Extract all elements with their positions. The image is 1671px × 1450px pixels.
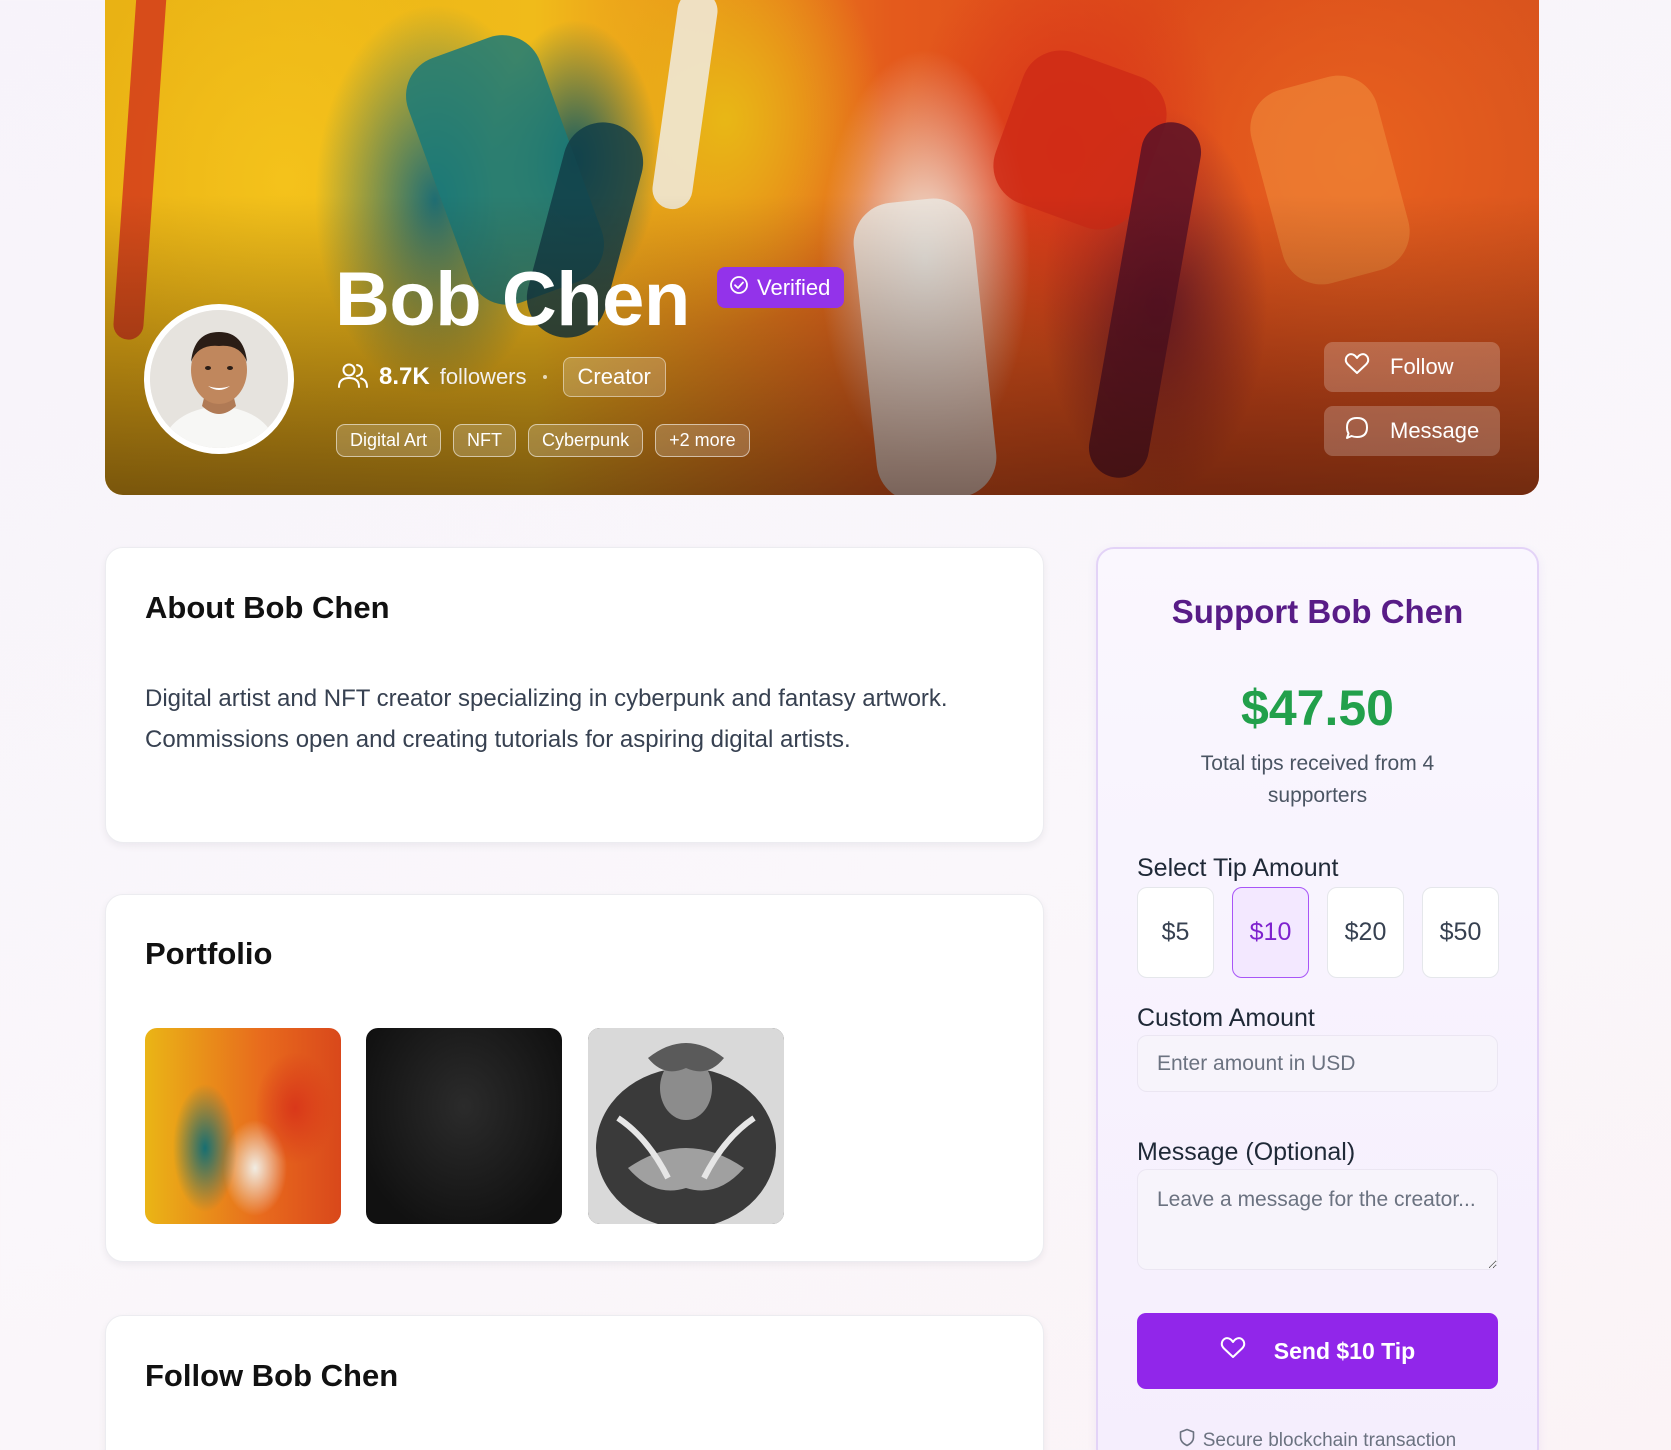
message-optional-label: Message (Optional) bbox=[1137, 1138, 1356, 1166]
secure-note: Secure blockchain transaction bbox=[1098, 1428, 1537, 1450]
heart-icon bbox=[1344, 352, 1370, 382]
avatar bbox=[144, 304, 294, 454]
verified-label: Verified bbox=[757, 274, 831, 300]
profile-name: Bob Chen bbox=[335, 257, 690, 342]
custom-amount-input[interactable] bbox=[1137, 1035, 1498, 1092]
secure-label: Secure blockchain transaction bbox=[1202, 1429, 1457, 1450]
select-tip-label: Select Tip Amount bbox=[1137, 854, 1339, 882]
follow-label: Follow bbox=[1390, 354, 1454, 379]
send-tip-label: Send $10 Tip bbox=[1273, 1337, 1416, 1364]
heart-icon bbox=[1220, 1336, 1246, 1366]
tag-digital-art: Digital Art bbox=[336, 424, 442, 457]
tip-total: $47.50 bbox=[1241, 680, 1394, 736]
cover-paint-stroke bbox=[649, 0, 721, 212]
followers-label: followers bbox=[439, 364, 527, 389]
tip-amount-10[interactable]: $10 bbox=[1232, 887, 1309, 978]
support-panel: Support Bob Chen $47.50 Total tips recei… bbox=[1096, 547, 1539, 1450]
follow-section-title: Follow Bob Chen bbox=[145, 1358, 399, 1393]
portfolio-item[interactable] bbox=[145, 1028, 341, 1224]
about-title: About Bob Chen bbox=[145, 590, 390, 625]
send-tip-button[interactable]: Send $10 Tip bbox=[1137, 1313, 1498, 1389]
tip-amount-5[interactable]: $5 bbox=[1137, 887, 1214, 978]
portfolio-item[interactable] bbox=[366, 1028, 562, 1224]
verified-check-icon bbox=[729, 275, 749, 301]
portfolio-figure bbox=[588, 1028, 784, 1224]
about-card: About Bob Chen Digital artist and NFT cr… bbox=[105, 547, 1044, 843]
verified-badge: Verified bbox=[717, 267, 845, 308]
support-title: Support Bob Chen bbox=[1171, 593, 1464, 630]
follow-card: Follow Bob Chen bbox=[105, 1315, 1044, 1450]
followers-count: 8.7K bbox=[379, 363, 430, 390]
tag-cyberpunk: Cyberpunk bbox=[528, 424, 644, 457]
portfolio-item[interactable] bbox=[588, 1028, 784, 1224]
tag-list: Digital Art NFT Cyberpunk +2 more bbox=[336, 424, 750, 457]
message-bubble-icon bbox=[1344, 415, 1370, 447]
message-button[interactable]: Message bbox=[1324, 406, 1500, 456]
portfolio-title: Portfolio bbox=[145, 936, 273, 971]
role-badge: Creator bbox=[562, 357, 666, 397]
shield-icon bbox=[1179, 1428, 1195, 1450]
tip-caption: Total tips received from 4 supporters bbox=[1200, 752, 1435, 807]
tip-amount-50[interactable]: $50 bbox=[1422, 887, 1499, 978]
follow-button[interactable]: Follow bbox=[1324, 342, 1500, 392]
portfolio-card: Portfolio bbox=[105, 894, 1044, 1262]
tag-nft: NFT bbox=[453, 424, 517, 457]
profile-header: Bob Chen Verified 8.7K followers Creator… bbox=[105, 0, 1539, 495]
about-text: Digital artist and NFT creator specializ… bbox=[145, 685, 948, 753]
message-label: Message bbox=[1390, 418, 1480, 443]
profile-meta: 8.7K followers Creator bbox=[337, 357, 666, 397]
tip-amount-20[interactable]: $20 bbox=[1327, 887, 1404, 978]
tip-message-field[interactable] bbox=[1137, 1169, 1498, 1270]
custom-amount-label: Custom Amount bbox=[1137, 1004, 1315, 1032]
followers-icon bbox=[337, 361, 369, 394]
separator-dot bbox=[542, 375, 547, 379]
tag-more[interactable]: +2 more bbox=[655, 424, 750, 457]
